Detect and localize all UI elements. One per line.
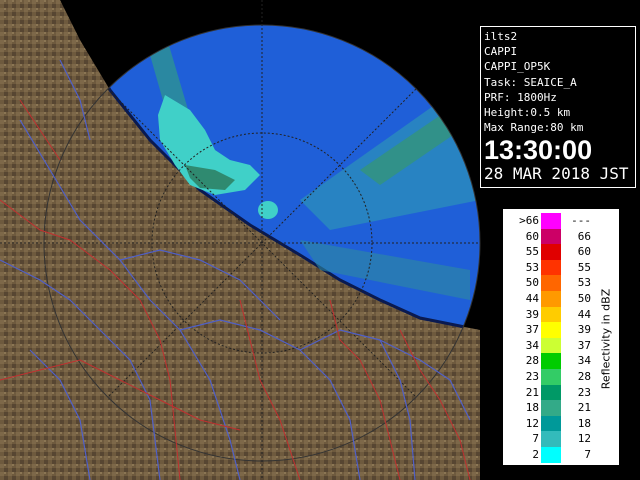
legend-high-value: 53 [577,276,591,290]
max-range-label: Max Range:80 km [484,121,584,135]
product-id: CAPPI_OP5K [484,60,551,74]
legend-high-value: 12 [577,432,591,446]
legend-low-value: 7 [532,432,539,446]
legend-high-value: 34 [577,354,591,368]
legend-low-value: 18 [525,401,539,415]
legend-low-value: 44 [525,292,539,305]
legend-high-value: 23 [577,385,591,399]
legend-high-value: 37 [577,338,591,352]
legend-color-swatch [541,384,561,401]
legend-row: 50 53 [503,275,599,292]
legend-low-value: 60 [525,229,539,243]
legend-row: 7 12 [503,431,599,448]
legend-color-swatch [541,275,561,292]
legend-color-swatch [541,306,561,323]
legend-color-swatch [541,400,561,417]
task-label: Task: SEAICE_A [484,75,577,89]
legend-row: 18 21 [503,400,599,417]
echo-island [258,201,278,219]
product-name: CAPPI [484,45,518,59]
legend-row: 34 37 [503,337,599,354]
legend-low-value: 39 [525,307,539,321]
legend-high-value: 44 [577,307,591,321]
observation-date: 28 MAR 2018 JST [484,164,629,184]
legend-low-value: 50 [525,276,539,290]
legend-color-swatch [541,291,561,307]
legend-high-value: 7 [584,448,591,461]
legend-row: 37 39 [503,322,599,339]
legend-color-swatch [541,322,561,339]
legend-color-swatch [541,369,561,385]
legend-low-value: 53 [525,260,539,274]
info-panel: ilts2 CAPPI CAPPI_OP5K Task: SEAICE_A PR… [480,26,636,188]
legend-color-swatch [541,228,561,245]
legend-high-value: --- [571,214,591,227]
legend-low-value: 55 [525,245,539,259]
legend-high-value: 28 [577,370,591,383]
legend-high-value: 55 [577,260,591,274]
legend-row: 60 66 [503,228,599,245]
legend-row: >66 --- [503,213,599,229]
legend-high-value: 50 [577,292,591,305]
reflectivity-legend: >66 --- 60 66 55 60 53 55 50 53 44 50 39 44 37 39 34 37 28… [502,208,620,466]
legend-low-value: 34 [525,338,539,352]
legend-color-swatch [541,431,561,448]
legend-low-value: 23 [525,370,539,383]
legend-color-swatch [541,447,561,463]
legend-high-value: 66 [577,229,591,243]
legend-low-value: 12 [525,416,539,430]
legend-row: 27 [503,447,599,463]
legend-high-value: 18 [577,416,591,430]
legend-low-value: 37 [525,323,539,337]
legend-color-swatch [541,415,561,432]
legend-low-value: 2 [532,448,539,461]
legend-high-value: 21 [577,401,591,415]
legend-row: 23 28 [503,369,599,385]
legend-row: 44 50 [503,291,599,307]
legend-color-swatch [541,259,561,276]
legend-color-swatch [541,353,561,370]
legend-color-swatch [541,337,561,354]
legend-low-value: 21 [525,385,539,399]
legend-row: 55 60 [503,244,599,261]
legend-high-value: 39 [577,323,591,337]
observation-time: 13:30:00 [484,135,593,166]
legend-row: 53 55 [503,259,599,276]
legend-low-value: >66 [519,214,539,227]
station-name: ilts2 [484,30,518,43]
legend-title: Reflectivity in dBZ [599,288,613,390]
prf-label: PRF: 1800Hz [484,90,557,104]
legend-row: 12 18 [503,415,599,432]
legend-row: 28 34 [503,353,599,370]
legend-row: 21 23 [503,384,599,401]
legend-color-swatch [541,213,561,229]
height-label: Height:0.5 km [484,106,571,120]
legend-color-swatch [541,244,561,261]
legend-low-value: 28 [525,354,539,368]
legend-row: 39 44 [503,306,599,323]
legend-high-value: 60 [577,245,591,259]
